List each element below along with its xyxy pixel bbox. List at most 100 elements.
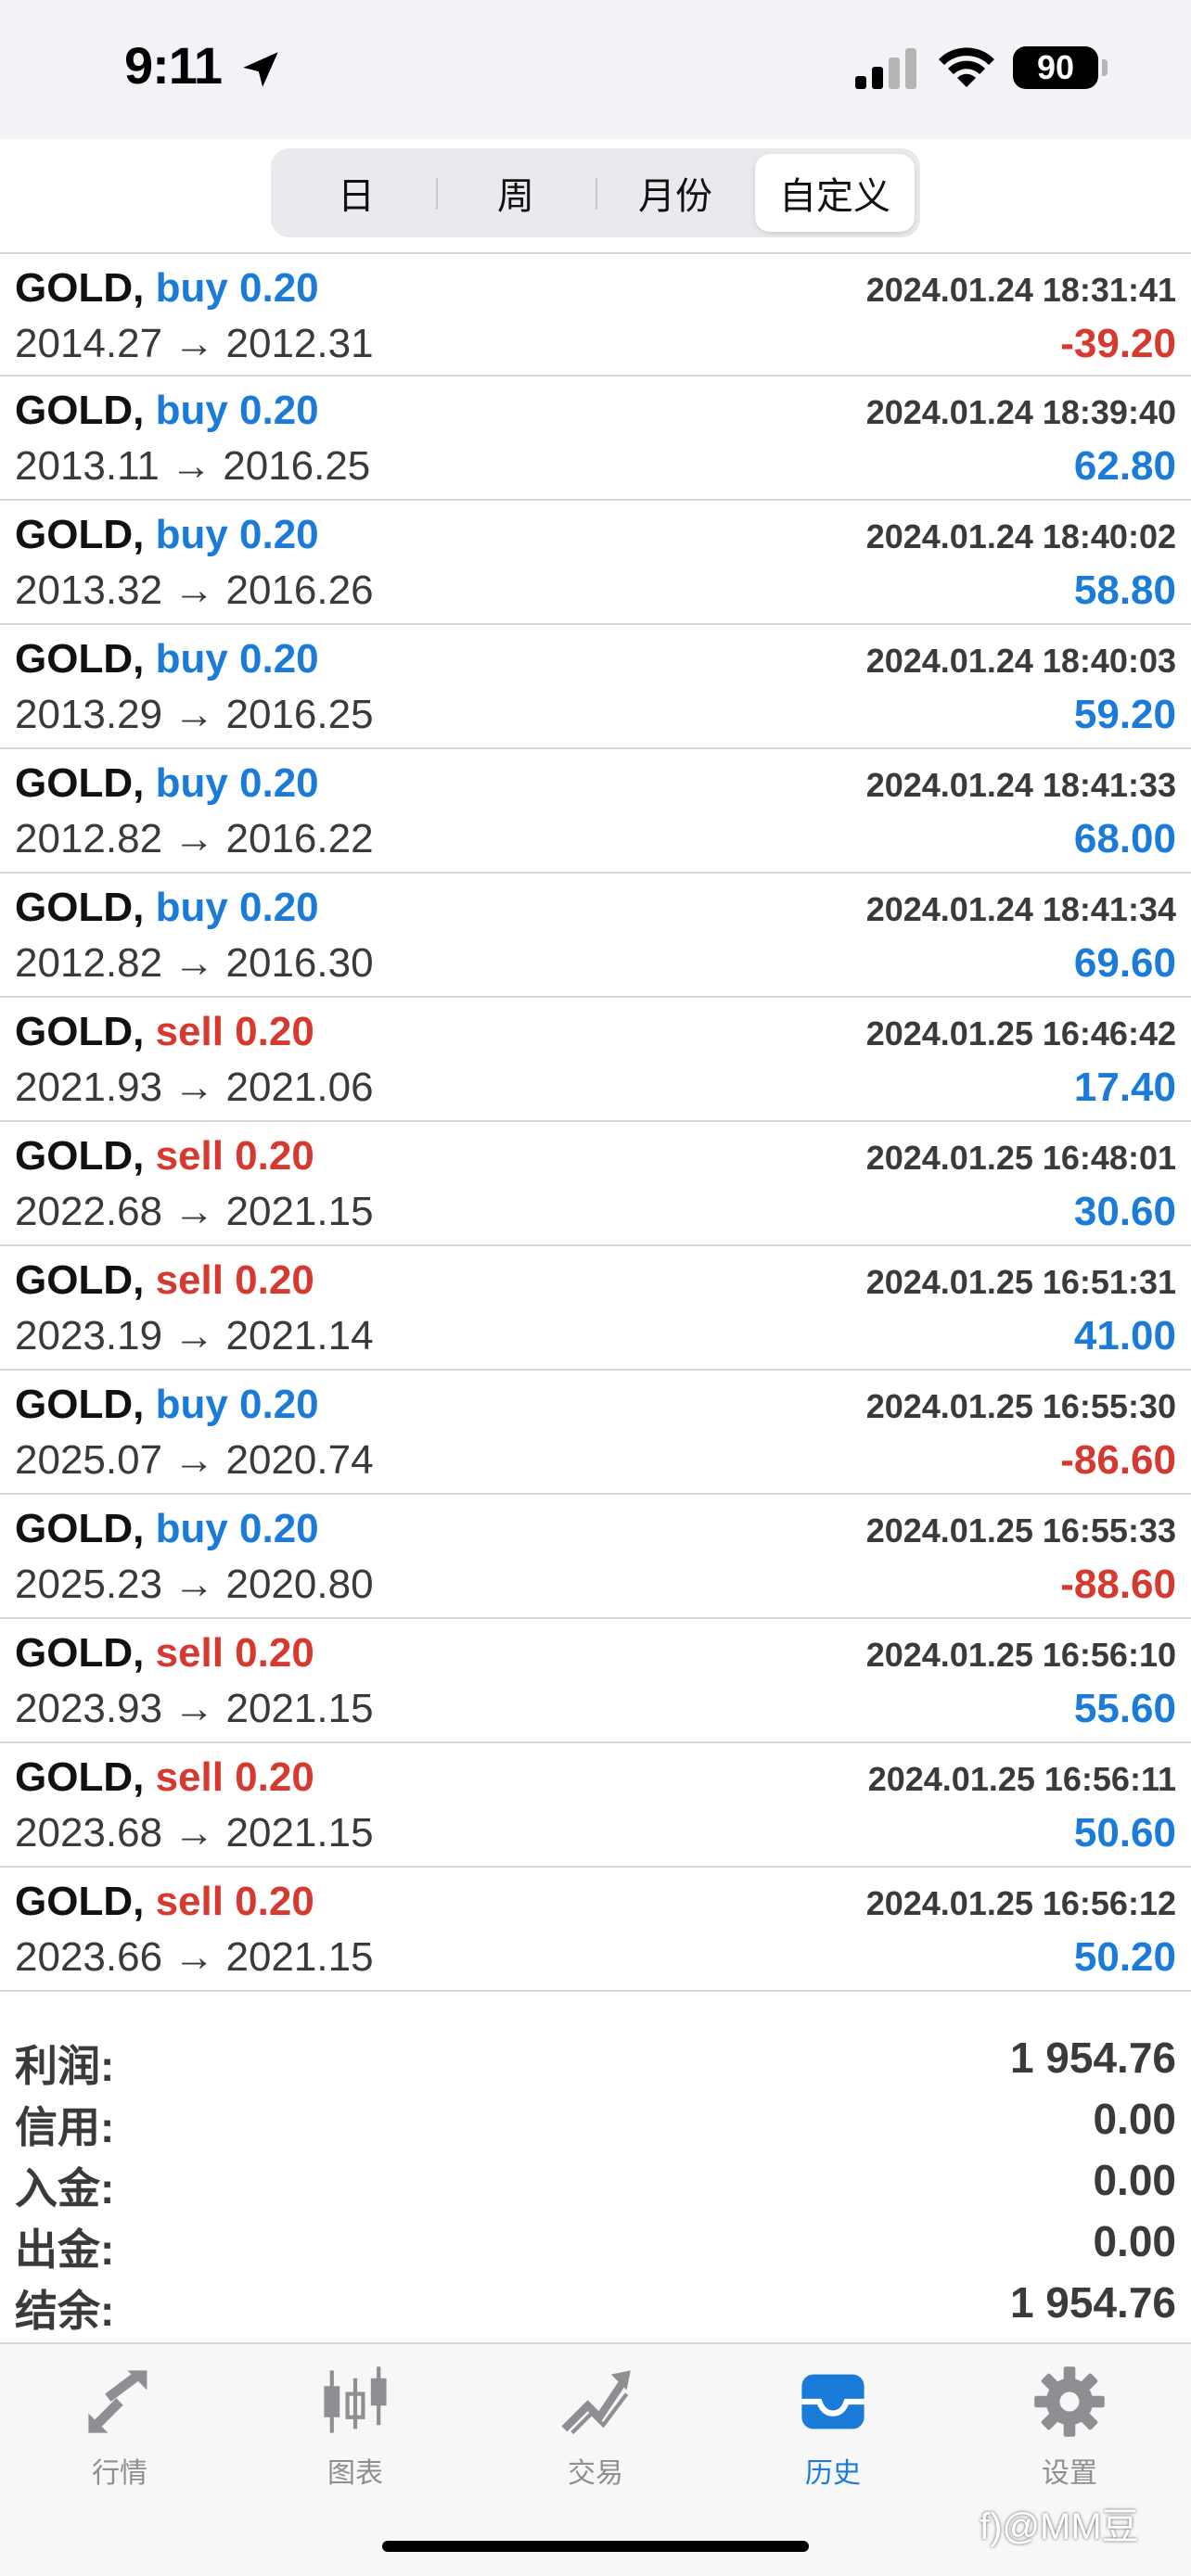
trade-row[interactable]: GOLD, sell 0.20 2024.01.25 16:56:10 2023.9… xyxy=(0,1619,1191,1743)
trade-side: buy 0.20 xyxy=(155,512,319,557)
trade-side: buy 0.20 xyxy=(155,1506,319,1551)
trade-profit: 62.80 xyxy=(1073,443,1176,489)
trade-symbol-line: GOLD, sell 0.20 xyxy=(15,1879,314,1925)
segment-0[interactable]: 日 xyxy=(276,154,436,232)
trade-symbol-line: GOLD, buy 0.20 xyxy=(15,512,319,558)
segment-1[interactable]: 周 xyxy=(436,154,596,232)
trade-symbol-line: GOLD, sell 0.20 xyxy=(15,1754,314,1801)
trade-side: sell 0.20 xyxy=(155,1009,314,1054)
quotes-arrows-icon xyxy=(88,2370,147,2433)
summary-value: 0.00 xyxy=(1093,2156,1176,2204)
trade-prices: 2013.29 → 2016.25 xyxy=(15,692,374,737)
trade-side: sell 0.20 xyxy=(155,1630,314,1676)
candlestick-chart-icon xyxy=(324,2366,387,2433)
trade-prices: 2022.68 → 2021.15 xyxy=(15,1189,374,1234)
trade-prices: 2013.32 → 2016.26 xyxy=(15,567,374,613)
trade-row[interactable]: GOLD, buy 0.20 2024.01.24 18:41:34 2012.82… xyxy=(0,874,1191,998)
segment-3[interactable]: 自定义 xyxy=(755,154,915,232)
tab-label: 交易 xyxy=(568,2458,623,2489)
period-segmented-control: 日周月份 自定义 xyxy=(271,148,920,237)
tab-settings[interactable]: 设置 xyxy=(995,2363,1144,2493)
trade-row[interactable]: GOLD, buy 0.20 2024.01.25 16:55:30 2025.07… xyxy=(0,1371,1191,1495)
trade-prices: 2012.82 → 2016.30 xyxy=(15,940,374,986)
trade-datetime: 2024.01.24 18:41:34 xyxy=(865,890,1176,928)
summary-label: 结余: xyxy=(15,2287,115,2335)
trade-symbol: GOLD, xyxy=(15,1506,145,1551)
trade-profit: 59.20 xyxy=(1073,692,1176,737)
trade-row[interactable]: GOLD, sell 0.20 2024.01.25 16:46:42 2021.9… xyxy=(0,998,1191,1122)
trade-row[interactable]: GOLD, buy 0.20 2024.01.25 16:55:33 2025.23… xyxy=(0,1495,1191,1619)
location-arrow-icon xyxy=(243,52,278,87)
trade-prices: 2012.82 → 2016.22 xyxy=(15,816,374,861)
trade-symbol: GOLD, xyxy=(15,1879,145,1924)
trade-datetime: 2024.01.24 18:41:33 xyxy=(865,766,1176,804)
trade-symbol: GOLD, xyxy=(15,885,145,930)
trade-side: buy 0.20 xyxy=(155,885,319,930)
trade-prices: 2023.66 → 2021.15 xyxy=(15,1934,374,1980)
trade-side: sell 0.20 xyxy=(155,1133,314,1179)
summary-label: 信用: xyxy=(15,2103,115,2151)
trade-prices: 2023.93 → 2021.15 xyxy=(15,1686,374,1731)
trade-profit: 68.00 xyxy=(1073,816,1176,861)
home-indicator[interactable] xyxy=(382,2541,809,2552)
segment-2[interactable]: 月份 xyxy=(596,154,755,232)
trade-datetime: 2024.01.24 18:31:41 xyxy=(865,271,1176,309)
trade-symbol-line: GOLD, buy 0.20 xyxy=(15,388,319,434)
summary-row: 结余: 1 954.76 xyxy=(0,2272,1191,2335)
trade-row[interactable]: GOLD, buy 0.20 2024.01.24 18:40:03 2013.29… xyxy=(0,625,1191,749)
trade-history-list: GOLD, buy 0.20 2024.01.24 18:31:41 2014.27… xyxy=(0,252,1191,1992)
trade-datetime: 2024.01.25 16:56:12 xyxy=(865,1884,1176,1922)
trade-prices: 2023.68 → 2021.15 xyxy=(15,1810,374,1855)
trade-row[interactable]: GOLD, sell 0.20 2024.01.25 16:51:31 2023.1… xyxy=(0,1246,1191,1371)
trade-row[interactable]: GOLD, buy 0.20 2024.01.24 18:39:40 2013.11… xyxy=(0,376,1191,501)
trade-prices: 2023.19 → 2021.14 xyxy=(15,1313,374,1358)
trade-prices: 2025.23 → 2020.80 xyxy=(15,1562,374,1607)
trade-row[interactable]: GOLD, sell 0.20 2024.01.25 16:48:01 2022.6… xyxy=(0,1122,1191,1246)
summary-row: 利润: 1 954.76 xyxy=(0,2027,1191,2090)
trade-side: buy 0.20 xyxy=(155,265,319,311)
trade-symbol-line: GOLD, buy 0.20 xyxy=(15,1382,319,1428)
trade-prices: 2013.11 → 2016.25 xyxy=(15,443,371,489)
summary-label: 入金: xyxy=(15,2164,115,2213)
trade-row[interactable]: GOLD, buy 0.20 2024.01.24 18:31:41 2014.27… xyxy=(0,252,1191,376)
gear-icon xyxy=(1034,2366,1105,2437)
trade-symbol-line: GOLD, buy 0.20 xyxy=(15,760,319,807)
trade-profit: 55.60 xyxy=(1073,1686,1176,1731)
trade-symbol: GOLD, xyxy=(15,265,145,311)
trade-prices: 2014.27 → 2012.31 xyxy=(15,321,374,366)
trade-side: buy 0.20 xyxy=(155,388,319,433)
trade-symbol: GOLD, xyxy=(15,512,145,557)
trade-side: buy 0.20 xyxy=(155,760,319,806)
trade-symbol: GOLD, xyxy=(15,388,145,433)
trade-symbol-line: GOLD, sell 0.20 xyxy=(15,1630,314,1677)
tab-chart[interactable]: 图表 xyxy=(281,2363,429,2493)
trade-prices: 2025.07 → 2020.74 xyxy=(15,1437,374,1483)
trade-symbol: GOLD, xyxy=(15,1382,145,1427)
trade-row[interactable]: GOLD, buy 0.20 2024.01.24 18:40:02 2013.32… xyxy=(0,501,1191,625)
tab-label: 设置 xyxy=(1042,2458,1097,2489)
trade-datetime: 2024.01.25 16:51:31 xyxy=(865,1263,1176,1301)
summary-label: 利润: xyxy=(15,2042,115,2090)
trade-datetime: 2024.01.24 18:39:40 xyxy=(865,393,1176,431)
trade-row[interactable]: GOLD, buy 0.20 2024.01.24 18:41:33 2012.82… xyxy=(0,749,1191,874)
trade-symbol-line: GOLD, sell 0.20 xyxy=(15,1009,314,1055)
tab-trade[interactable]: 交易 xyxy=(521,2363,670,2493)
trade-profit: 69.60 xyxy=(1073,940,1176,986)
tab-quotes[interactable]: 行情 xyxy=(45,2363,194,2493)
trade-side: buy 0.20 xyxy=(155,1382,319,1427)
trade-row[interactable]: GOLD, sell 0.20 2024.01.25 16:56:11 2023.6… xyxy=(0,1743,1191,1868)
trade-symbol: GOLD, xyxy=(15,1754,145,1800)
trade-side: sell 0.20 xyxy=(155,1754,314,1800)
trade-symbol-line: GOLD, buy 0.20 xyxy=(15,265,319,312)
wifi-icon xyxy=(939,47,994,87)
trade-profit: 30.60 xyxy=(1073,1189,1176,1234)
trade-symbol-line: GOLD, buy 0.20 xyxy=(15,636,319,682)
battery-tip xyxy=(1102,59,1108,76)
summary-row: 信用: 0.00 xyxy=(0,2088,1191,2151)
trade-row[interactable]: GOLD, sell 0.20 2024.01.25 16:56:12 2023.6… xyxy=(0,1868,1191,1992)
trade-side: sell 0.20 xyxy=(155,1879,314,1924)
trade-datetime: 2024.01.24 18:40:02 xyxy=(865,517,1176,555)
trade-symbol-line: GOLD, sell 0.20 xyxy=(15,1133,314,1180)
tab-history[interactable]: 历史 xyxy=(759,2363,907,2493)
summary-value: 1 954.76 xyxy=(1009,2278,1176,2327)
